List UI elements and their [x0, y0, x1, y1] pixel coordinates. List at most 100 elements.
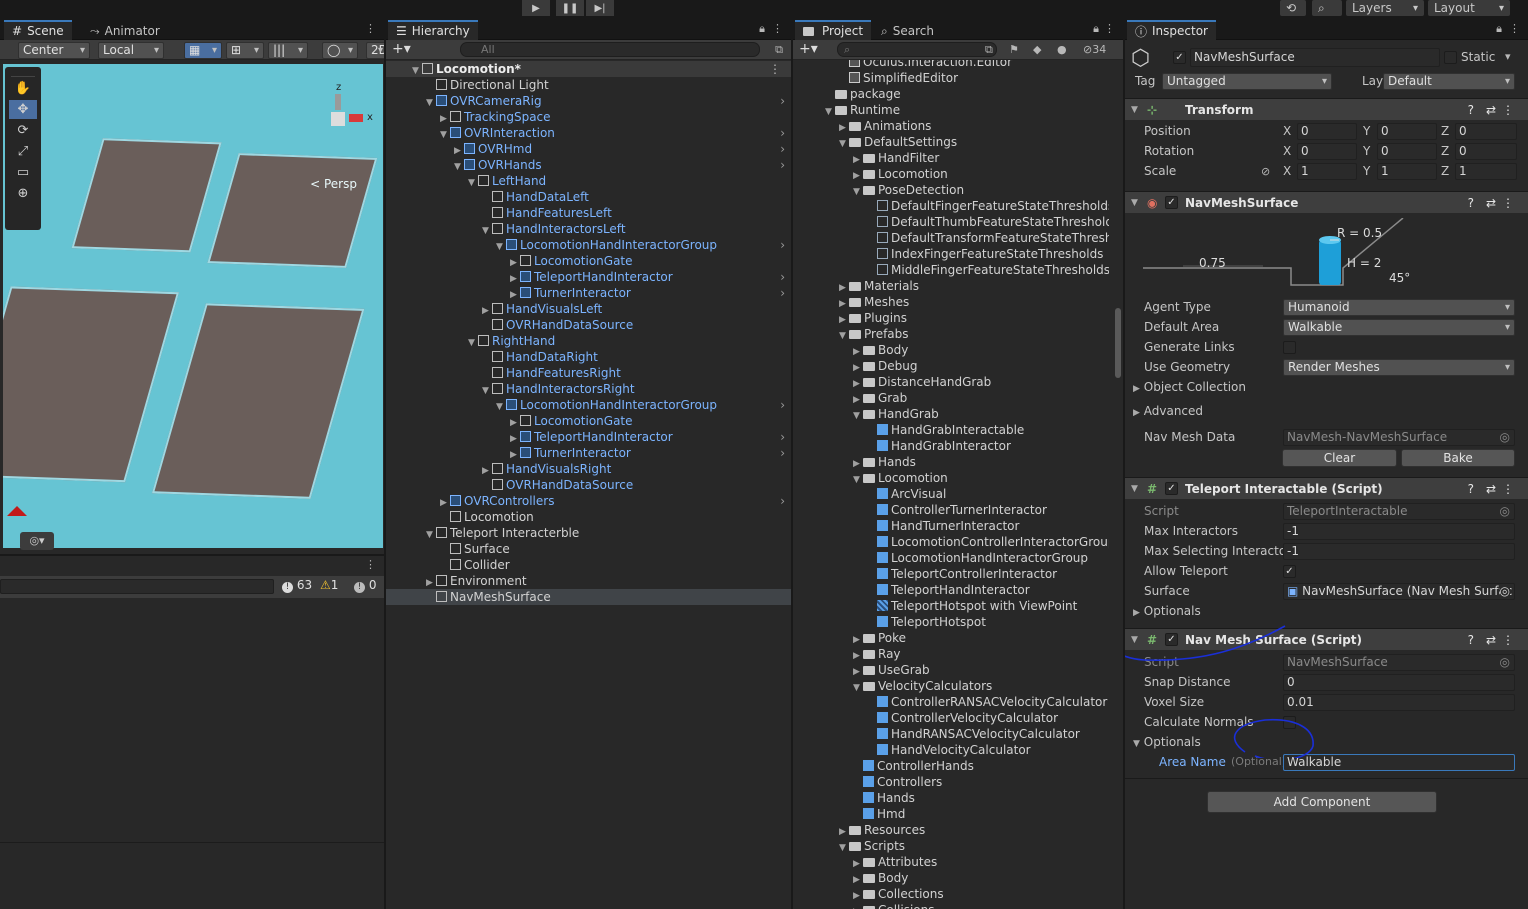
projection-label[interactable]: < Persp [310, 177, 357, 191]
help-icon[interactable]: ? [1468, 478, 1474, 500]
tab-inspector[interactable]: ⓘ Inspector [1127, 20, 1216, 40]
help-icon[interactable]: ? [1468, 629, 1474, 651]
project-row[interactable]: ArcVisual [793, 486, 1109, 502]
scene-gizmo[interactable]: z x [309, 82, 373, 152]
scale-tool-icon[interactable]: ⤢ [9, 142, 37, 161]
tab-animator[interactable]: ⤳ Animator [82, 20, 168, 40]
hierarchy-row[interactable]: ▼ LocomotionHandInteractorGroup › [386, 237, 791, 253]
2d-toggle[interactable]: 2D [366, 42, 384, 59]
transform-header[interactable]: ▼ ⊹ Transform ? ⇄ ⋮ [1125, 98, 1528, 120]
object-picker-icon[interactable]: ◎ [1500, 430, 1510, 445]
project-row[interactable]: HandGrabInteractor [793, 438, 1109, 454]
hierarchy-row[interactable]: ▼ HandInteractorsLeft [386, 221, 791, 237]
project-row[interactable]: HandRANSACVelocityCalculator [793, 726, 1109, 742]
open-prefab-icon[interactable]: › [780, 93, 785, 109]
project-row[interactable]: ▶ Locomotion [793, 166, 1109, 182]
default-area-dropdown[interactable]: Walkable [1283, 319, 1515, 336]
project-row[interactable]: LocomotionControllerInteractorGroup [793, 534, 1109, 550]
transform-scale-z-input[interactable]: 1 [1455, 163, 1517, 180]
transform-scale-y-input[interactable]: 1 [1377, 163, 1437, 180]
layout-dropdown[interactable]: Layout ▾ [1428, 0, 1510, 16]
project-row[interactable]: ▶ UseGrab [793, 662, 1109, 678]
max-interactors-input[interactable]: -1 [1283, 523, 1515, 540]
tab-search[interactable]: ⌕ Search [873, 20, 942, 40]
hierarchy-row[interactable]: ▶ LocomotionGate [386, 413, 791, 429]
hierarchy-row[interactable]: ▶ Environment [386, 573, 791, 589]
open-prefab-icon[interactable]: › [780, 141, 785, 157]
add-component-button[interactable]: Add Component [1207, 791, 1437, 813]
project-row[interactable]: TeleportHotspot with ViewPoint [793, 598, 1109, 614]
project-row[interactable]: ▶ Meshes [793, 294, 1109, 310]
hierarchy-row[interactable]: ▶ TeleportHandInteractor › [386, 269, 791, 285]
project-row[interactable]: ▶ Poke [793, 630, 1109, 646]
presets-icon[interactable]: ⇄ [1486, 629, 1496, 651]
max-selecting-input[interactable]: -1 [1283, 543, 1515, 560]
allow-teleport-checkbox[interactable]: ✓ [1283, 565, 1296, 578]
bake-button[interactable]: Bake [1401, 449, 1515, 467]
project-row[interactable]: ▶ Collisions [793, 902, 1109, 909]
project-row[interactable]: package [793, 86, 1109, 102]
component-menu-icon[interactable]: ⋮ [1502, 192, 1514, 214]
layers-dropdown[interactable]: Layers ▾ [1346, 0, 1424, 16]
project-row[interactable]: Oculus.Interaction.Editor [793, 60, 1109, 70]
console-menu-icon[interactable]: ⋮ [365, 558, 376, 571]
filter-label-icon[interactable]: ⚑ [1009, 43, 1019, 56]
hierarchy-row[interactable]: ▶ HandVisualsLeft [386, 301, 791, 317]
hierarchy-row[interactable]: HandDataLeft [386, 189, 791, 205]
axis-x-label[interactable]: X [1283, 144, 1291, 158]
teleport-header[interactable]: ▼ # ✓ Teleport Interactable (Script) ? ⇄… [1125, 477, 1528, 499]
active-checkbox[interactable]: ✓ [1173, 51, 1186, 64]
project-row[interactable]: Hands [793, 790, 1109, 806]
project-row[interactable]: ▶ HandFilter [793, 150, 1109, 166]
kebab-menu-icon[interactable]: ⋮ [772, 22, 783, 35]
tag-dropdown[interactable]: Untagged [1162, 73, 1332, 90]
project-row[interactable]: TeleportHotspot [793, 614, 1109, 630]
hierarchy-row[interactable]: ▶ TrackingSpace [386, 109, 791, 125]
presets-icon[interactable]: ⇄ [1486, 478, 1496, 500]
project-row[interactable]: HandGrabInteractable [793, 422, 1109, 438]
project-row[interactable]: DefaultThumbFeatureStateThresholds [793, 214, 1109, 230]
hierarchy-row[interactable]: ▶ LocomotionGate [386, 253, 791, 269]
transform-position-y-input[interactable]: 0 [1377, 123, 1437, 140]
hidden-packages-icon[interactable]: ⊘34 [1083, 43, 1106, 56]
nav-mesh-data-field[interactable]: NavMesh-NavMeshSurface ◎ [1283, 429, 1515, 446]
project-row[interactable]: DefaultTransformFeatureStateThresh [793, 230, 1109, 246]
rotate-tool-icon[interactable]: ⟳ [9, 121, 37, 140]
transform-position-z-input[interactable]: 0 [1455, 123, 1517, 140]
project-row[interactable]: IndexFingerFeatureStateThresholds [793, 246, 1109, 262]
open-prefab-icon[interactable]: › [780, 157, 785, 173]
transform-position-x-input[interactable]: 0 [1297, 123, 1357, 140]
hierarchy-row[interactable]: Directional Light [386, 77, 791, 93]
rect-tool-icon[interactable]: ▭ [9, 163, 37, 182]
console-info-count[interactable]: ! 0 [354, 578, 376, 593]
transform-rotation-z-input[interactable]: 0 [1455, 143, 1517, 160]
project-row[interactable]: Hmd [793, 806, 1109, 822]
open-prefab-icon[interactable]: › [780, 269, 785, 285]
hierarchy-row[interactable]: Locomotion [386, 509, 791, 525]
object-name-input[interactable]: NavMeshSurface [1190, 48, 1440, 67]
constrain-proportions-icon[interactable]: ⊘ [1261, 165, 1270, 178]
axis-z-label[interactable]: Z [1441, 164, 1449, 178]
project-row[interactable]: ▼ Prefabs [793, 326, 1109, 342]
hierarchy-row[interactable]: HandFeaturesLeft [386, 205, 791, 221]
hierarchy-row[interactable]: HandDataRight [386, 349, 791, 365]
hierarchy-row[interactable]: OVRHandDataSource [386, 317, 791, 333]
play-button[interactable]: ▶ [522, 0, 550, 16]
project-row[interactable]: ▼ Runtime [793, 102, 1109, 118]
scene-menu-icon[interactable]: ⋮ [769, 61, 781, 77]
project-row[interactable]: ▶ Attributes [793, 854, 1109, 870]
open-prefab-icon[interactable]: › [780, 429, 785, 445]
hierarchy-row[interactable]: ▼ Locomotion* ⋮ [386, 61, 791, 77]
project-row[interactable]: ▼ Locomotion [793, 470, 1109, 486]
axis-x-label[interactable]: X [1283, 124, 1291, 138]
camera-settings-button[interactable]: ◎▾ [20, 532, 54, 550]
hierarchy-row[interactable]: ▼ OVRHands › [386, 157, 791, 173]
project-scrollbar[interactable] [1115, 308, 1121, 378]
project-row[interactable]: ▶ Debug [793, 358, 1109, 374]
pivot-dropdown[interactable]: Center [18, 42, 90, 59]
transform-rotation-x-input[interactable]: 0 [1297, 143, 1357, 160]
tab-scene[interactable]: # Scene [4, 20, 72, 40]
project-row[interactable]: ▶ Body [793, 342, 1109, 358]
teleport-enabled-checkbox[interactable]: ✓ [1165, 482, 1178, 495]
project-row[interactable]: ▶ Ray [793, 646, 1109, 662]
